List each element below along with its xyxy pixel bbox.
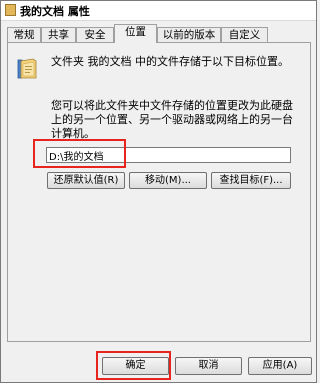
target-path-input[interactable]: [46, 147, 291, 163]
title-bar[interactable]: 我的文档 属性: [1, 1, 316, 21]
window-title: 我的文档 属性: [20, 5, 90, 18]
tab-sharing[interactable]: 共享: [41, 27, 76, 42]
tab-location[interactable]: 位置: [114, 24, 157, 43]
find-target-button[interactable]: 查找目标(F)...: [211, 172, 291, 189]
apply-button[interactable]: 应用(A): [248, 357, 312, 375]
properties-dialog: 我的文档 属性 常规 共享 安全 位置 以前的版本 自定义 文件夹 我的文档 中…: [0, 0, 317, 383]
location-instructions: 您可以将此文件夹中文件存储的位置更改为此硬盘上的另一个位置、另一个驱动器或网络上…: [51, 99, 293, 140]
restore-default-button[interactable]: 还原默认值(R): [47, 172, 125, 189]
tab-general[interactable]: 常规: [7, 27, 41, 42]
tab-customize[interactable]: 自定义: [221, 27, 268, 42]
location-description: 文件夹 我的文档 中的文件存储于以下目标位置。: [51, 55, 289, 68]
cancel-button[interactable]: 取消: [175, 357, 242, 375]
ok-button[interactable]: 确定: [102, 357, 169, 375]
folder-icon: [5, 4, 16, 16]
folder-icon: [17, 58, 37, 79]
tab-security[interactable]: 安全: [76, 27, 114, 42]
location-panel: [7, 42, 311, 342]
tab-previous-versions[interactable]: 以前的版本: [157, 27, 221, 42]
move-button[interactable]: 移动(M)...: [129, 172, 207, 189]
